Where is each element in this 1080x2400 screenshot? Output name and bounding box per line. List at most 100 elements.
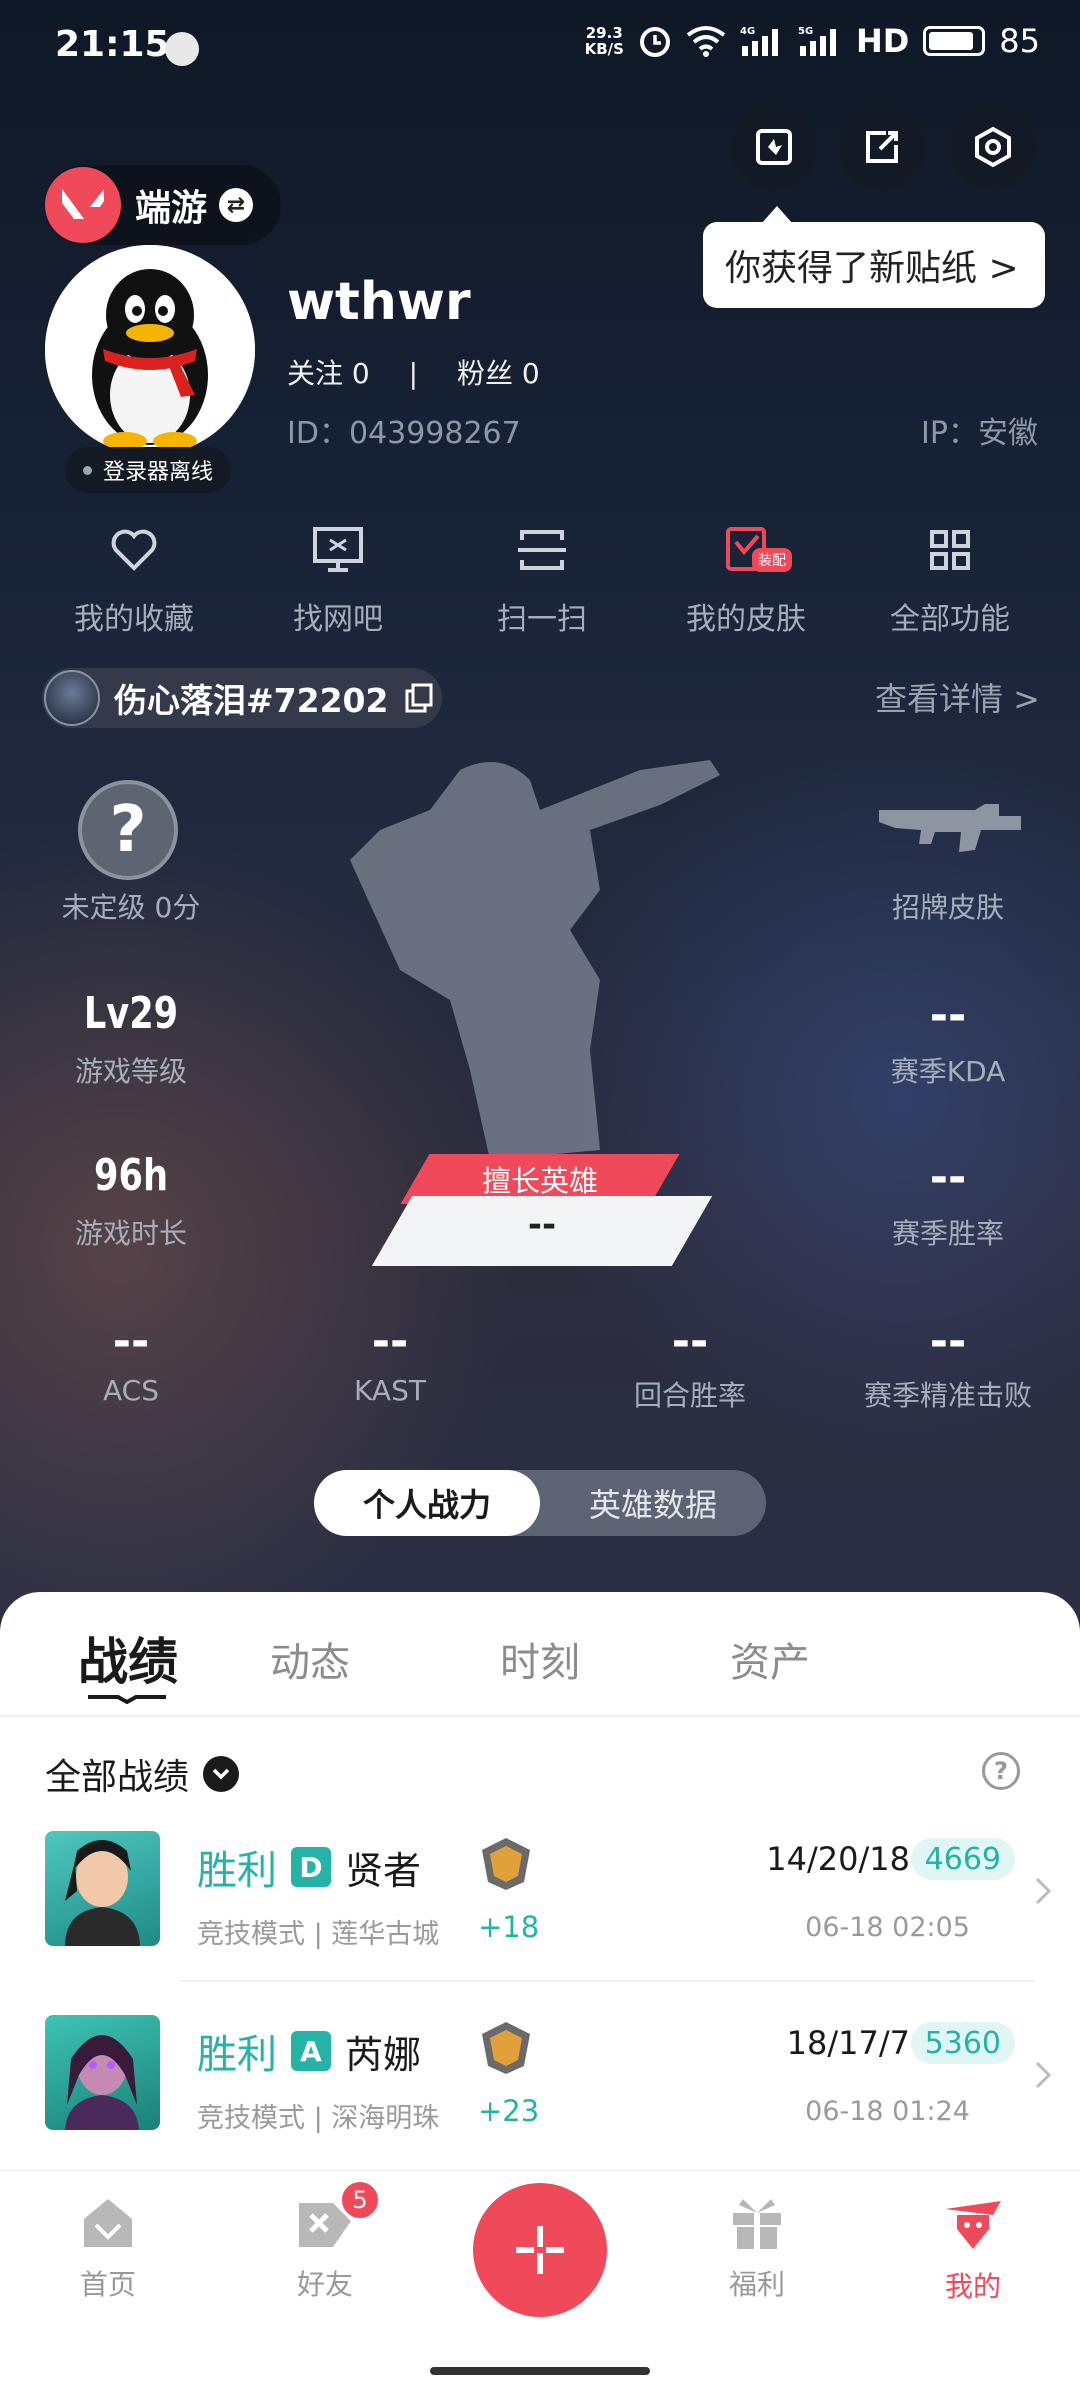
grid-icon <box>930 530 970 570</box>
active-tab-indicator <box>88 1695 166 1704</box>
nav-home[interactable]: 首页 <box>38 2195 178 2303</box>
match-grade: A <box>291 2031 331 2071</box>
signal-5g-icon: 5G <box>798 26 836 56</box>
net-speed: 29.3 KB/S <box>584 24 624 58</box>
view-details-link[interactable]: 查看详情 > <box>875 674 1040 720</box>
copy-icon[interactable] <box>404 682 434 714</box>
toggle-personal-power[interactable]: 个人战力 <box>314 1470 540 1536</box>
battery-level: 85 <box>999 22 1040 60</box>
kast-value: -- <box>371 1316 409 1367</box>
match-grade: D <box>291 1847 331 1887</box>
quick-label: 扫一扫 <box>497 602 587 637</box>
gift-icon <box>733 2199 781 2249</box>
best-hero-value: -- <box>527 1205 557 1245</box>
quick-favorites[interactable]: 我的收藏 <box>32 520 236 638</box>
quick-label: 找网吧 <box>293 602 383 637</box>
settings-button[interactable] <box>950 104 1036 190</box>
share-icon <box>866 131 898 163</box>
round-winrate-label: 回合胜率 <box>633 1379 746 1412</box>
rank-help-icon[interactable]: ? <box>78 780 178 880</box>
friends-badge: 5 <box>340 2180 380 2220</box>
ip-location: IP：安徽 <box>921 416 1038 451</box>
match-result: 胜利 <box>197 2032 277 2078</box>
rank-badge-icon <box>482 2022 530 2074</box>
quick-scan[interactable]: 扫一扫 <box>440 520 644 638</box>
home-icon <box>84 2199 132 2247</box>
nav-welfare[interactable]: 福利 <box>687 2195 827 2303</box>
nav-home-label: 首页 <box>79 2268 136 2301</box>
best-hero-tag: 擅长英雄 <box>481 1164 598 1198</box>
sticker-button[interactable] <box>731 104 817 190</box>
quick-all-features[interactable]: 全部功能 <box>848 520 1052 638</box>
swap-icon: ⇄ <box>219 188 254 222</box>
plus-icon <box>516 2226 564 2274</box>
hd-indicator: HD <box>855 22 910 60</box>
winrate-label: 赛季胜率 <box>891 1217 1004 1250</box>
match-row[interactable]: 胜利 A 芮娜 竞技模式 | 深海明珠 +23 18/17/7 5360 06-… <box>0 2010 1080 2194</box>
quick-netcafe[interactable]: 找网吧 <box>236 520 440 638</box>
nav-me-label: 我的 <box>944 2270 1001 2303</box>
agent-portrait-reyna <box>45 2015 160 2130</box>
kda-value: -- <box>929 990 967 1041</box>
heart-icon <box>111 529 157 571</box>
me-agent-icon <box>945 2201 1001 2249</box>
data-view-toggle: 个人战力 英雄数据 <box>314 1470 766 1536</box>
wifi-icon <box>686 26 726 57</box>
follow-stats: 关注 0 | 粉丝 0 <box>287 352 540 392</box>
acs-value: -- <box>112 1316 150 1367</box>
tab-records[interactable]: 战绩 <box>78 1622 178 1694</box>
match-acs: 5360 <box>910 2022 1015 2064</box>
match-kda: 14/20/18 <box>766 1840 910 1878</box>
fans-count[interactable]: 粉丝 0 <box>457 357 540 390</box>
game-switch-pill[interactable]: 端游 ⇄ <box>45 165 281 245</box>
toggle-hero-data[interactable]: 英雄数据 <box>540 1470 766 1536</box>
share-button[interactable] <box>839 104 925 190</box>
tab-assets[interactable]: 资产 <box>730 1630 810 1694</box>
quick-skins[interactable]: 装配 我的皮肤 <box>644 520 848 638</box>
username: wthwr <box>287 272 471 332</box>
avatar[interactable] <box>45 245 255 455</box>
content-tabs: 战绩 动态 时刻 资产 <box>0 1622 1080 1694</box>
records-filter[interactable]: 全部战绩 <box>45 1748 240 1800</box>
chevron-right-icon <box>1035 1877 1052 1905</box>
gun-skin-icon[interactable] <box>875 800 1021 860</box>
agent-name: 芮娜 <box>345 2032 422 2077</box>
match-time: 06-18 02:05 <box>805 1912 970 1943</box>
nav-friends-label: 好友 <box>296 2268 353 2301</box>
match-acs: 4669 <box>910 1838 1015 1880</box>
status-indicators: 29.3 KB/S 4G 5G HD 85 <box>585 22 1040 60</box>
rank-delta: +23 <box>478 2094 540 2128</box>
following-count[interactable]: 关注 0 <box>287 357 370 390</box>
nav-me[interactable]: 我的 <box>903 2195 1043 2305</box>
new-sticker-tooltip[interactable]: 你获得了新贴纸 > <box>703 206 1045 308</box>
valorant-logo <box>45 167 121 243</box>
launcher-status-badge: 登录器离线 <box>65 447 232 493</box>
settings-hexagon-icon <box>975 126 1011 168</box>
acs-label: ACS <box>103 1374 159 1407</box>
round-winrate-value: -- <box>671 1316 709 1367</box>
player-tag-pill[interactable]: 伤心落泪#72202 <box>42 668 442 728</box>
kast-label: KAST <box>354 1374 426 1407</box>
hours-value: 96h <box>93 1150 169 1201</box>
create-button[interactable] <box>473 2183 607 2317</box>
filter-label: 全部战绩 <box>45 1757 190 1798</box>
agent-name: 贤者 <box>345 1848 422 1893</box>
gesture-home-bar[interactable] <box>430 2367 650 2375</box>
follow-separator: | <box>408 357 419 390</box>
match-mode-map: 竞技模式 | 深海明珠 <box>197 2103 440 2134</box>
match-row[interactable]: 胜利 D 贤者 竞技模式 | 莲华古城 +18 14/20/18 4669 06… <box>0 1826 1080 2010</box>
penguin-avatar-icon <box>45 245 255 455</box>
tab-moments[interactable]: 时刻 <box>500 1630 580 1694</box>
quick-label: 我的收藏 <box>74 602 194 637</box>
rank-delta: +18 <box>478 1910 540 1944</box>
sticker-tip-text: 你获得了新贴纸 > <box>725 248 1019 289</box>
match-kda: 18/17/7 <box>786 2024 910 2062</box>
help-icon[interactable]: ? <box>982 1752 1020 1790</box>
rank-label: 未定级 0分 <box>61 891 201 924</box>
match-result-line: 胜利 A 芮娜 <box>197 2022 421 2080</box>
battery-icon <box>923 26 986 56</box>
row-divider <box>180 1980 1035 1982</box>
chevron-right-icon <box>1035 2061 1052 2089</box>
tab-activity[interactable]: 动态 <box>270 1630 350 1694</box>
nav-welfare-label: 福利 <box>728 2268 785 2301</box>
